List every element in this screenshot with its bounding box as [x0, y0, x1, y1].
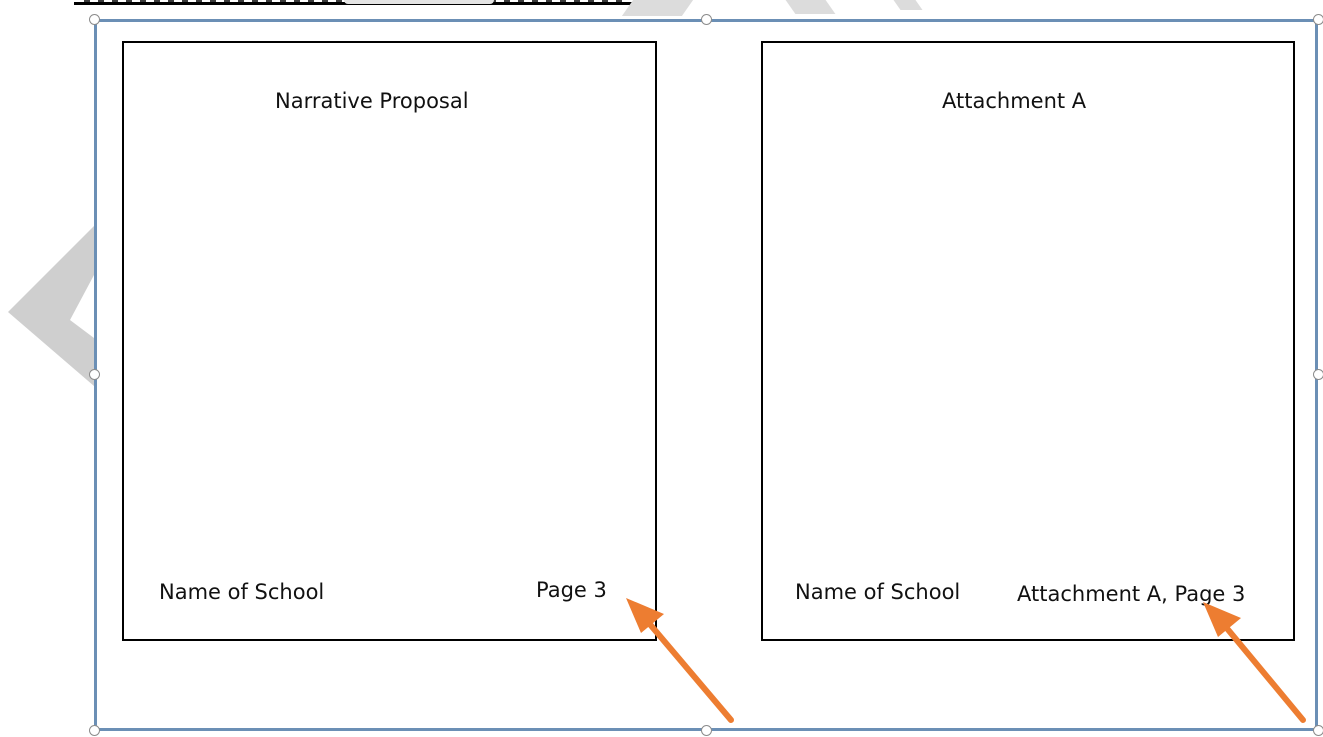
right-page-footer-page: Attachment A, Page 3 [1017, 582, 1246, 606]
right-page-footer-school: Name of School [795, 580, 961, 604]
resize-handle-top-right[interactable] [1313, 14, 1323, 25]
document-canvas: Narrative Proposal Name of School Page 3… [0, 0, 1323, 737]
watermark-fragment-top-mid [621, 0, 715, 16]
resize-handle-middle-left[interactable] [89, 369, 100, 380]
left-page-footer-page: Page 3 [536, 578, 607, 602]
right-page-box [761, 41, 1295, 641]
left-page-title: Narrative Proposal [275, 89, 469, 113]
resize-handle-top-middle[interactable] [701, 14, 712, 25]
resize-handle-bottom-right[interactable] [1313, 725, 1323, 736]
resize-handle-bottom-left[interactable] [89, 725, 100, 736]
watermark-fragment-top-left [344, 0, 494, 4]
watermark-fragment-top-right [764, 0, 836, 14]
left-page-footer-school: Name of School [159, 580, 325, 604]
resize-handle-middle-right[interactable] [1313, 369, 1323, 380]
resize-handle-bottom-middle[interactable] [701, 725, 712, 736]
right-page-title: Attachment A [942, 89, 1087, 113]
watermark-fragment-top-right-small [879, 0, 923, 10]
resize-handle-top-left[interactable] [89, 14, 100, 25]
left-page-box [122, 41, 657, 641]
